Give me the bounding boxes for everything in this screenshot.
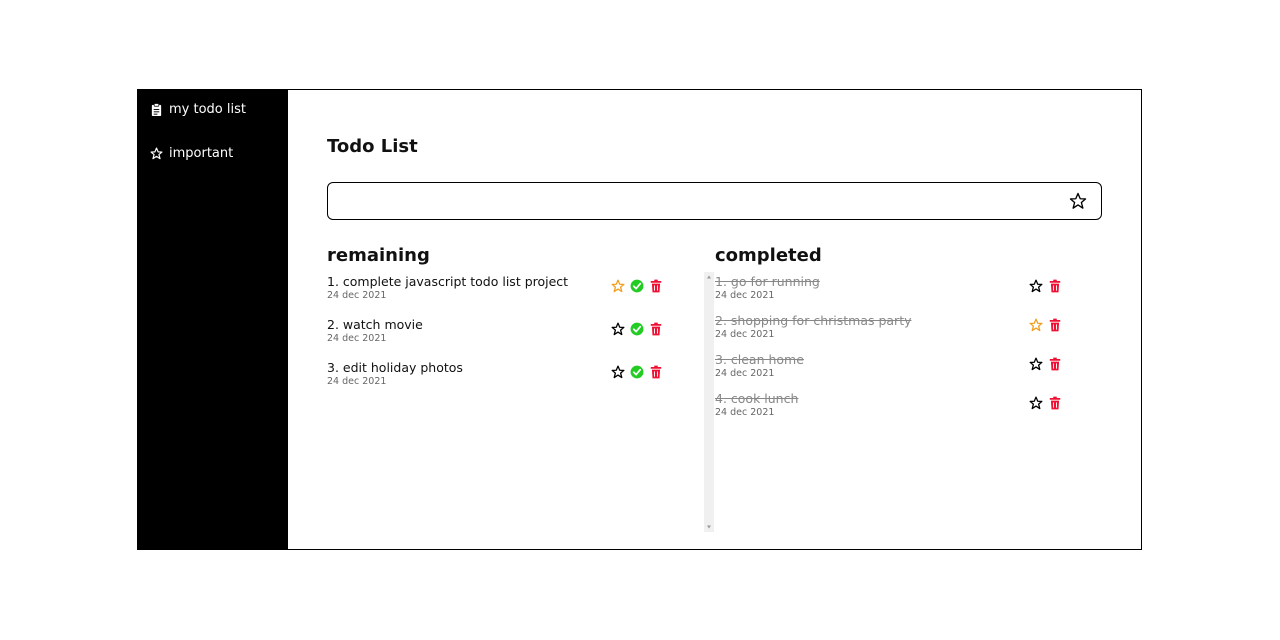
todo-date: 24 dec 2021 [715,329,775,340]
star-icon[interactable] [611,279,625,293]
list-item: 1. go for running 24 dec 2021 [715,274,1065,313]
todo-text: 4. cook lunch [715,391,799,406]
remaining-heading: remaining [327,245,430,266]
star-icon[interactable] [611,365,625,379]
sidebar-item-my-todo-list[interactable]: my todo list [138,100,288,118]
todo-text: 2. shopping for christmas party [715,313,912,328]
item-actions [1029,279,1062,293]
todo-text: 1. go for running [715,274,820,289]
item-actions [611,279,663,293]
app-window: my todo list important Todo List remaini… [137,89,1142,550]
item-actions [1029,396,1062,410]
check-icon[interactable] [630,279,644,293]
remaining-list: 1. complete javascript todo list project… [327,274,667,403]
star-icon[interactable] [1029,396,1043,410]
trash-icon[interactable] [1048,396,1062,410]
list-item: 3. clean home 24 dec 2021 [715,352,1065,391]
todo-date: 24 dec 2021 [715,407,775,418]
check-icon[interactable] [630,365,644,379]
star-icon[interactable] [611,322,625,336]
sidebar-item-label: important [169,145,234,161]
star-icon[interactable] [1029,279,1043,293]
item-actions [611,365,663,379]
sidebar-item-important[interactable]: important [138,144,288,162]
todo-date: 24 dec 2021 [715,290,775,301]
list-item: 4. cook lunch 24 dec 2021 [715,391,1065,430]
list-item: 2. watch movie 24 dec 2021 [327,317,667,360]
main-panel: Todo List remaining completed 1. complet… [288,90,1141,549]
star-icon[interactable] [1069,192,1087,210]
trash-icon[interactable] [1048,357,1062,371]
sidebar-item-label: my todo list [169,101,246,117]
trash-icon[interactable] [649,279,663,293]
scrollbar[interactable] [704,272,714,532]
check-icon[interactable] [630,322,644,336]
star-icon[interactable] [1029,357,1043,371]
sidebar: my todo list important [138,90,288,549]
item-actions [1029,318,1062,332]
trash-icon[interactable] [649,322,663,336]
page-title: Todo List [327,136,418,157]
scroll-down-icon[interactable] [706,524,712,530]
completed-heading: completed [715,245,822,266]
list-item: 3. edit holiday photos 24 dec 2021 [327,360,667,403]
todo-text: 3. clean home [715,352,804,367]
star-icon [150,146,163,159]
completed-list: 1. go for running 24 dec 2021 2. shopping … [715,274,1065,430]
trash-icon[interactable] [1048,318,1062,332]
todo-input-wrapper [327,182,1102,220]
trash-icon[interactable] [1048,279,1062,293]
scroll-up-icon[interactable] [706,274,712,280]
list-item: 2. shopping for christmas party 24 dec 20… [715,313,1065,352]
trash-icon[interactable] [649,365,663,379]
item-actions [1029,357,1062,371]
todo-input[interactable] [338,184,1062,220]
todo-date: 24 dec 2021 [715,368,775,379]
list-item: 1. complete javascript todo list project… [327,274,667,317]
item-actions [611,322,663,336]
star-icon[interactable] [1029,318,1043,332]
clipboard-icon [151,102,162,116]
